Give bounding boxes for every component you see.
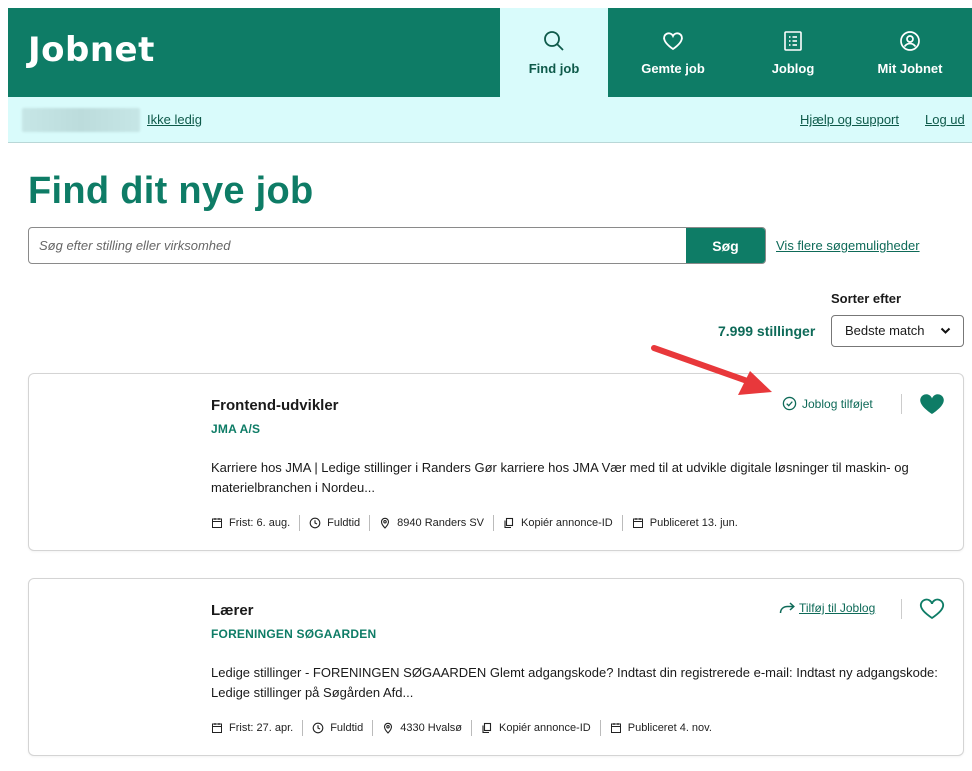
job-title[interactable]: Lærer xyxy=(211,602,254,619)
search-icon xyxy=(544,31,564,51)
sort-label: Sorter efter xyxy=(831,291,902,306)
sort-dropdown[interactable]: Bedste match xyxy=(831,315,964,347)
employment-type: Fuldtid xyxy=(312,722,363,734)
divider xyxy=(493,515,495,531)
nav-joblog[interactable]: Joblog xyxy=(738,8,848,97)
divider xyxy=(372,720,374,736)
calendar-icon xyxy=(212,518,222,528)
job-card: Lærer FORENINGEN SØGAARDEN Tilføj til Jo… xyxy=(28,578,964,756)
divider xyxy=(299,515,301,531)
joblog-status-label: Joblog tilføjet xyxy=(802,396,873,411)
location: 8940 Randers SV xyxy=(379,517,484,529)
job-meta: Frist: 27. apr. Fuldtid 4330 Hvalsø Kopi… xyxy=(211,720,712,736)
copy-icon xyxy=(504,517,514,529)
copy-icon xyxy=(482,722,492,734)
published-date: Publiceret 4. nov. xyxy=(610,722,712,734)
job-company: JMA A/S xyxy=(211,422,261,436)
deadline-text: Frist: 6. aug. xyxy=(229,517,291,529)
divider xyxy=(369,515,371,531)
nav-my-jobnet-label: Mit Jobnet xyxy=(877,61,943,76)
add-to-joblog-label: Tilføj til Joblog xyxy=(799,601,876,615)
user-icon xyxy=(900,31,920,51)
published-date: Publiceret 13. jun. xyxy=(632,517,738,529)
nav-my-jobnet[interactable]: Mit Jobnet xyxy=(848,8,972,97)
job-company: FORENINGEN SØGAARDEN xyxy=(211,627,377,641)
search-button[interactable]: Søg xyxy=(686,228,765,263)
chevron-down-icon xyxy=(940,316,951,357)
divider xyxy=(621,515,623,531)
divider xyxy=(901,599,902,619)
nav-joblog-label: Joblog xyxy=(771,61,815,76)
location-text: 4330 Hvalsø xyxy=(400,722,462,734)
job-meta: Frist: 6. aug. Fuldtid 8940 Randers SV K… xyxy=(211,515,738,531)
heart-icon xyxy=(663,32,683,51)
copy-ad-id-button[interactable]: Kopiér annonce-ID xyxy=(503,517,613,529)
location-text: 8940 Randers SV xyxy=(397,517,485,529)
heart-outline-icon[interactable] xyxy=(919,597,945,621)
calendar-icon xyxy=(212,723,222,733)
nav-saved-jobs-label: Gemte job xyxy=(641,61,705,76)
top-navigation-bar: Jobnet Find job Gemte job Joblog Mit Job… xyxy=(8,8,972,97)
divider xyxy=(302,720,304,736)
page-title: Find dit nye job xyxy=(28,170,314,212)
job-description: Karriere hos JMA | Ledige stillinger i R… xyxy=(211,460,909,495)
deadline: Frist: 6. aug. xyxy=(211,517,290,529)
status-link[interactable]: Ikke ledig xyxy=(147,112,202,127)
joblog-added-status: Joblog tilføjet xyxy=(782,396,873,411)
location-pin-icon xyxy=(384,722,393,734)
nav-find-job[interactable]: Find job xyxy=(500,8,608,97)
logout-link[interactable]: Log ud xyxy=(925,112,965,127)
divider xyxy=(599,720,601,736)
job-title[interactable]: Frontend-udvikler xyxy=(211,397,339,414)
help-support-link[interactable]: Hjælp og support xyxy=(800,112,899,127)
nav-saved-jobs[interactable]: Gemte job xyxy=(608,8,738,97)
clock-icon xyxy=(309,517,321,529)
divider xyxy=(471,720,472,736)
calendar-icon xyxy=(610,723,621,733)
deadline: Frist: 27. apr. xyxy=(211,722,293,734)
location: 4330 Hvalsø xyxy=(382,722,462,734)
user-name-redacted xyxy=(22,108,140,132)
employment-type-text: Fuldtid xyxy=(330,722,364,734)
job-card: Frontend-udvikler JMA A/S Joblog tilføje… xyxy=(28,373,964,551)
jobnet-logo[interactable]: Jobnet xyxy=(28,30,155,70)
more-search-options-link[interactable]: Vis flere søgemuligheder xyxy=(776,238,920,253)
result-count: 7.999 stillinger xyxy=(718,323,816,339)
job-description: Ledige stillinger - FORENINGEN SØGAARDEN… xyxy=(211,665,938,700)
location-pin-icon xyxy=(381,517,390,529)
search-bar: Søg xyxy=(28,227,766,264)
employment-type-text: Fuldtid xyxy=(327,517,361,529)
published-text: Publiceret 4. nov. xyxy=(627,722,712,734)
copy-ad-id-label: Kopiér annonce-ID xyxy=(499,722,591,734)
check-circle-icon xyxy=(782,396,797,411)
add-to-joblog-link[interactable]: Tilføj til Joblog xyxy=(779,601,875,615)
divider xyxy=(901,394,902,414)
sub-navigation-bar: Ikke ledig Hjælp og support Log ud xyxy=(8,97,972,143)
share-arrow-icon xyxy=(779,602,795,614)
calendar-icon xyxy=(632,518,643,528)
list-icon xyxy=(784,31,802,51)
published-text: Publiceret 13. jun. xyxy=(649,517,738,529)
annotation-arrow-icon xyxy=(651,345,772,395)
copy-ad-id-label: Kopiér annonce-ID xyxy=(521,517,613,529)
employment-type: Fuldtid xyxy=(309,517,360,529)
clock-icon xyxy=(312,722,324,734)
heart-filled-icon[interactable] xyxy=(919,392,945,416)
search-input[interactable] xyxy=(29,228,687,263)
copy-ad-id-button[interactable]: Kopiér annonce-ID xyxy=(481,722,591,734)
sort-selected-value: Bedste match xyxy=(845,323,925,338)
nav-find-job-label: Find job xyxy=(528,61,580,76)
deadline-text: Frist: 27. apr. xyxy=(229,722,294,734)
